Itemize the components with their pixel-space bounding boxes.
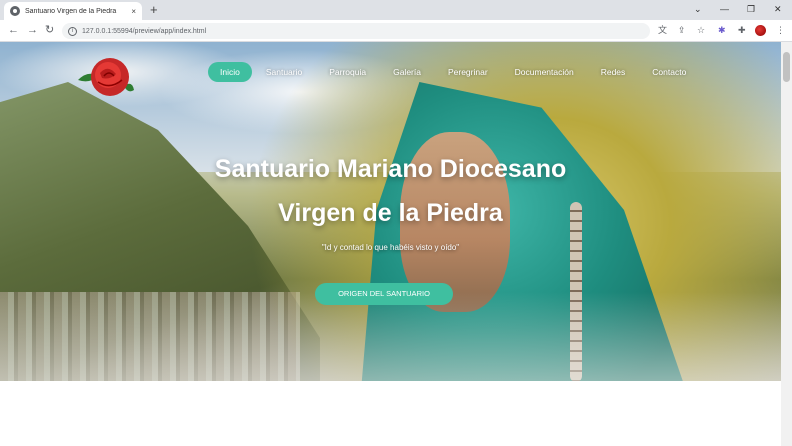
translate-icon[interactable]: 文: [658, 25, 667, 36]
extensions-puzzle-icon[interactable]: ✚: [738, 25, 746, 36]
hero-bottom-fade: [0, 292, 781, 381]
nav-item-redes[interactable]: Redes: [601, 62, 626, 82]
rose-logo-icon[interactable]: [74, 50, 136, 98]
nav-item-galeria[interactable]: Galería: [393, 62, 421, 82]
nav-item-santuario[interactable]: Santuario: [266, 62, 302, 82]
browser-toolbar: ← → ↻ i 127.0.0.1:55994/preview/app/inde…: [0, 20, 792, 42]
nav-item-inicio[interactable]: Inicio: [208, 62, 252, 82]
globe-icon: [10, 6, 20, 16]
url-text[interactable]: 127.0.0.1:55994/preview/app/index.html: [82, 28, 206, 35]
more-menu-icon[interactable]: ⋮: [776, 25, 785, 36]
hero-quote: "Id y contad lo que habéis visto y oído": [321, 243, 460, 252]
site-info-icon[interactable]: i: [68, 26, 77, 36]
tab-title: Santuario Virgen de la Piedra: [25, 7, 117, 15]
reload-icon[interactable]: ↻: [45, 24, 54, 37]
tab-search-icon[interactable]: ⌄: [694, 3, 702, 15]
scrollbar-thumb[interactable]: [783, 52, 790, 82]
profile-avatar[interactable]: [755, 25, 766, 36]
back-icon[interactable]: ←: [8, 24, 19, 37]
origen-del-santuario-button[interactable]: ORIGEN DEL SANTUARIO: [315, 283, 453, 305]
new-tab-button[interactable]: +: [150, 3, 158, 16]
nav-item-peregrinar[interactable]: Peregrinar: [448, 62, 488, 82]
tab-close-icon[interactable]: ×: [131, 7, 136, 16]
browser-tab[interactable]: Santuario Virgen de la Piedra ×: [4, 2, 142, 20]
address-bar[interactable]: i 127.0.0.1:55994/preview/app/index.html: [62, 23, 650, 39]
hero-title-line1: Santuario Mariano Diocesano: [214, 155, 567, 183]
nav-item-documentacion[interactable]: Documentación: [515, 62, 574, 82]
bookmark-star-icon[interactable]: ☆: [697, 25, 705, 36]
hero-section: Inicio Santuario Parroquia Galería Pereg…: [0, 42, 781, 381]
hero-title-line2: Virgen de la Piedra: [278, 199, 503, 227]
share-icon[interactable]: ⇪: [678, 25, 686, 36]
nav-item-parroquia[interactable]: Parroquia: [329, 62, 366, 82]
forward-icon[interactable]: →: [27, 24, 38, 37]
close-window-icon[interactable]: ✕: [774, 3, 782, 15]
page-scrollbar[interactable]: [781, 42, 792, 446]
maximize-icon[interactable]: ❐: [747, 3, 755, 15]
extension-icon[interactable]: ✱: [718, 25, 726, 36]
main-navigation: Inicio Santuario Parroquia Galería Pereg…: [208, 62, 713, 82]
nav-item-contacto[interactable]: Contacto: [652, 62, 686, 82]
browser-tab-bar: Santuario Virgen de la Piedra × + ⌄ — ❐ …: [0, 0, 792, 20]
minimize-icon[interactable]: —: [720, 3, 729, 15]
page-viewport: Inicio Santuario Parroquia Galería Pereg…: [0, 42, 781, 446]
